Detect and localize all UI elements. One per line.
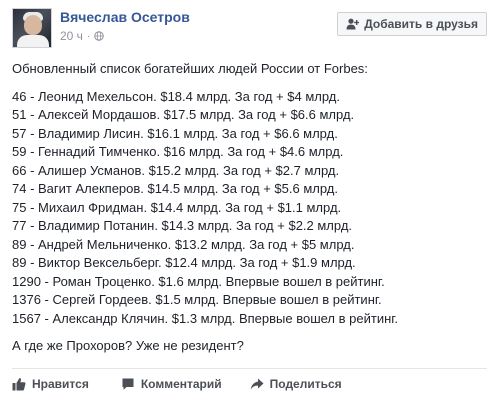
post-meta: 20 ч · (60, 29, 105, 43)
facebook-post: Вячеслав Осетров 20 ч · Добавить в друзь… (0, 0, 499, 400)
thumbs-up-icon (12, 378, 26, 391)
list-item: 51 - Алексей Мордашов. $17.5 млрд. За го… (12, 107, 355, 122)
meta-separator: · (86, 30, 91, 42)
author-name[interactable]: Вячеслав Осетров (60, 9, 190, 25)
add-friend-label: Добавить в друзья (364, 17, 478, 31)
list-item: 66 - Алишер Усманов. $15.2 млрд. За год … (12, 162, 340, 178)
avatar-shirt (17, 35, 49, 47)
list-item: 74 - Вагит Алекперов. $14.5 млрд. За год… (12, 181, 338, 196)
avatar-face (24, 15, 42, 35)
list-item: 1290 - Роман Троценко. $1.6 млрд. Впервы… (12, 273, 385, 289)
add-friend-icon (346, 18, 360, 30)
post-intro: Обновленный список богатейших людей Росс… (12, 61, 368, 76)
comment-icon (122, 378, 134, 390)
comment-label: Комментарий (140, 377, 222, 391)
like-label: Нравится (32, 377, 89, 391)
actions-divider (12, 368, 487, 369)
post-actions: Нравится Комментарий Поделиться (12, 374, 487, 394)
post-body: Обновленный список богатейших людей Росс… (12, 60, 491, 356)
author-avatar[interactable] (12, 8, 52, 48)
post-timestamp[interactable]: 20 ч (60, 29, 83, 43)
share-label: Поделиться (269, 377, 342, 391)
list-item: 46 - Леонид Мехельсон. $18.4 млрд. За го… (12, 88, 340, 104)
globe-icon[interactable] (94, 31, 105, 41)
list-item: 57 - Владимир Лисин. $16.1 млрд. За год … (12, 125, 338, 141)
share-arrow-icon (250, 378, 264, 390)
list-item: 59 - Геннадий Тимченко. $16 млрд. За год… (12, 144, 344, 159)
list-item: 89 - Андрей Мельниченко. $13.2 млрд. За … (12, 236, 355, 252)
list-item: 1376 - Сергей Гордеев. $1.5 млрд. Впервы… (12, 292, 382, 307)
share-button[interactable]: Поделиться (250, 377, 342, 391)
like-button[interactable]: Нравится (12, 377, 89, 391)
list-item: 75 - Михаил Фридман. $14.4 млрд. За год … (12, 199, 342, 215)
comment-button[interactable]: Комментарий (121, 377, 222, 391)
add-friend-button[interactable]: Добавить в друзья (337, 12, 487, 36)
list-item: 77 - Владимир Потанин. $14.3 млрд. За го… (12, 218, 353, 233)
list-item: 89 - Виктор Вексельберг. $12.4 млрд. За … (12, 255, 356, 270)
list-item: 1567 - Александр Клячин. $1.3 млрд. Впер… (12, 310, 399, 326)
post-outro: А где же Прохоров? Уже не резидент? (12, 338, 244, 353)
